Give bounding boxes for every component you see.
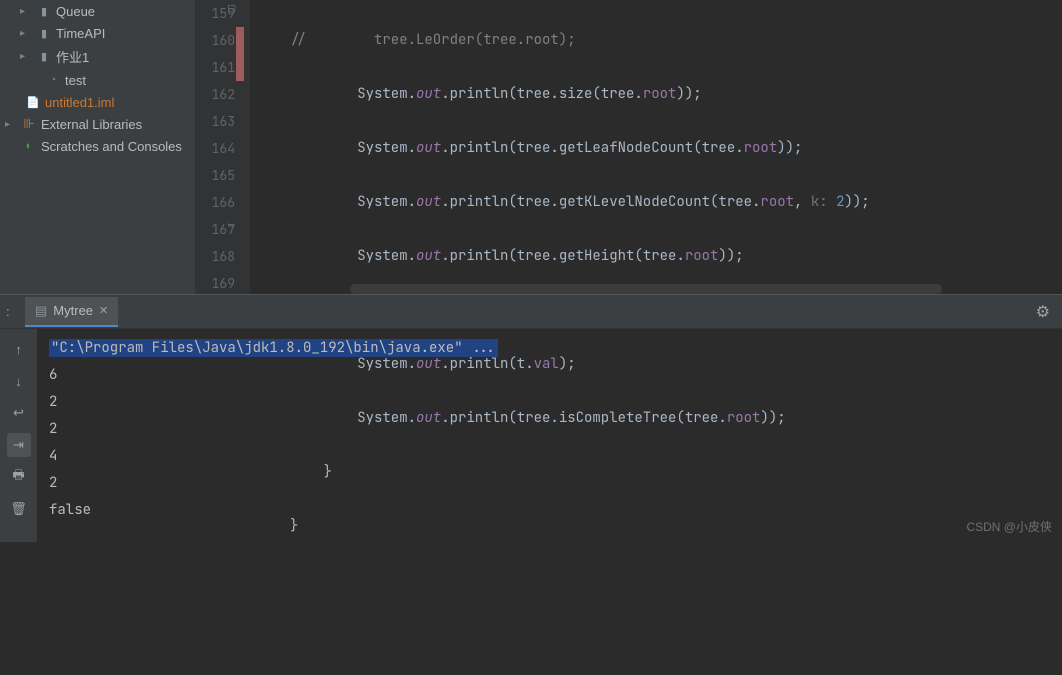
tree-label: test	[65, 73, 86, 88]
tree-label: Scratches and Consoles	[41, 139, 182, 154]
line-number: 161	[195, 54, 235, 81]
folder-icon: ▮	[36, 3, 52, 19]
code-168: }	[290, 513, 1062, 540]
code-content[interactable]: // tree.LeOrder(tree.root); System.out.p…	[250, 0, 1062, 294]
folder-icon: ▮	[36, 49, 52, 65]
code-163: System.out.println(tree.getHeight(tree.r…	[290, 243, 1062, 270]
console-toolbar: ↑ ↓ ↩ ⇥ 🖶 🗑	[0, 329, 37, 542]
up-arrow-icon[interactable]: ↑	[7, 337, 31, 361]
tree-item-iml[interactable]: 📄 untitled1.iml	[5, 91, 195, 113]
tab-label: Mytree	[53, 303, 93, 318]
scratches-icon: ◐	[21, 138, 37, 154]
horizontal-scrollbar[interactable]	[350, 284, 942, 294]
code-159: // tree.LeOrder(tree.root);	[290, 31, 576, 49]
fold-minus-icon[interactable]: ⊟	[227, 2, 236, 15]
line-number: 163	[195, 108, 235, 135]
more-icon[interactable]: :	[6, 304, 10, 319]
print-icon[interactable]: 🖶	[7, 465, 31, 489]
code-165: System.out.println(t.val);	[290, 351, 1062, 378]
line-number: 166	[195, 189, 235, 216]
close-icon[interactable]: ✕	[99, 304, 108, 317]
run-config-icon: ▤	[35, 303, 47, 319]
line-number: 160	[195, 27, 235, 54]
line-number: 164	[195, 135, 235, 162]
code-161: System.out.println(tree.getLeafNodeCount…	[290, 135, 1062, 162]
tree-item-homework1[interactable]: ▸ ▮ 作业1	[5, 44, 195, 69]
chevron-right-icon: ▸	[20, 6, 32, 17]
test-icon: ◔	[45, 72, 61, 88]
gear-icon[interactable]: ⚙	[1036, 302, 1050, 322]
soft-wrap-icon[interactable]: ↩	[7, 401, 31, 425]
chevron-right-icon: ▸	[5, 119, 17, 130]
code-162: System.out.println(tree.getKLevelNodeCou…	[290, 189, 1062, 216]
watermark: CSDN @小皮侠	[966, 518, 1052, 535]
chevron-right-icon: ▸	[20, 51, 32, 62]
project-tree[interactable]: ▸ ▮ Queue ▸ ▮ TimeAPI ▸ ▮ 作业1 ◔ test 📄 u…	[0, 0, 195, 294]
code-169	[290, 567, 1062, 594]
code-160: System.out.println(tree.size(tree.root))…	[290, 81, 1062, 108]
editor-area[interactable]: 159 160 161 162 163 164 165 166 167 168 …	[195, 0, 1062, 294]
line-number: 169	[195, 270, 235, 297]
code-166: System.out.println(tree.isCompleteTree(t…	[290, 405, 1062, 432]
tree-label: TimeAPI	[56, 26, 105, 41]
scroll-to-end-icon[interactable]: ⇥	[7, 433, 31, 457]
tree-item-test[interactable]: ◔ test	[5, 69, 195, 91]
gutter[interactable]: 159 160 161 162 163 164 165 166 167 168 …	[195, 0, 250, 294]
tree-label: External Libraries	[41, 117, 142, 132]
code-167: }	[290, 459, 1062, 486]
iml-file-icon: 📄	[25, 94, 41, 110]
tree-item-timeapi[interactable]: ▸ ▮ TimeAPI	[5, 22, 195, 44]
run-tab-mytree[interactable]: ▤ Mytree ✕	[25, 297, 118, 327]
tree-label: Queue	[56, 4, 95, 19]
tree-item-scratches[interactable]: ◐ Scratches and Consoles	[5, 135, 195, 157]
line-number: 168	[195, 243, 235, 270]
tab-bar: : ▤ Mytree ✕ ⚙	[0, 295, 1062, 329]
down-arrow-icon[interactable]: ↓	[7, 369, 31, 393]
chevron-right-icon: ▸	[20, 28, 32, 39]
line-number: 165	[195, 162, 235, 189]
line-number: 162	[195, 81, 235, 108]
tree-item-queue[interactable]: ▸ ▮ Queue	[5, 0, 195, 22]
library-icon: ⊪	[21, 116, 37, 132]
trash-icon[interactable]: 🗑	[7, 497, 31, 521]
tree-label: 作业1	[56, 47, 89, 66]
tree-item-external-libraries[interactable]: ▸ ⊪ External Libraries	[5, 113, 195, 135]
tree-label: untitled1.iml	[45, 95, 114, 110]
fold-end-icon[interactable]: ⌙	[227, 218, 236, 231]
folder-icon: ▮	[36, 25, 52, 41]
